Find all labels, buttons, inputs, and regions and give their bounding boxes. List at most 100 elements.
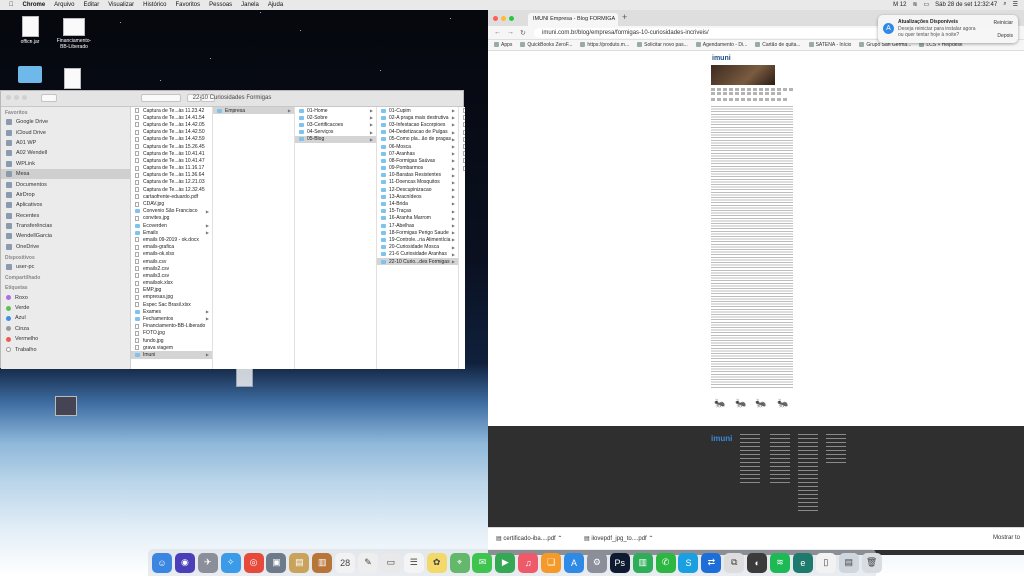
finder-row[interactable]: 02-Sobre ▶ — [295, 114, 376, 121]
desktop-icon-office-jar[interactable]: office.jar — [10, 16, 50, 45]
finder-row[interactable]: 02-A praga mais destrutiva ▶ — [377, 114, 458, 121]
utility-icon[interactable]: ⧉ — [724, 552, 745, 573]
menu-historico[interactable]: Histórico — [143, 2, 166, 8]
sidebar-item-recentes[interactable]: Recentes — [1, 211, 130, 221]
sidebar-item-a01wp[interactable]: A01 WP — [1, 138, 130, 148]
related-post-thumb[interactable]: 🐜 — [774, 398, 792, 412]
finder-row[interactable]: 12-Descupinizacao ▶ — [377, 186, 458, 193]
sidebar-item-airdrop[interactable]: AirDrop — [1, 190, 130, 200]
menu-arquivo[interactable]: Arquivo — [54, 2, 74, 8]
finder-row[interactable]: e19fbdf — [459, 143, 465, 150]
reload-icon[interactable]: ↻ — [520, 29, 526, 37]
finder-row[interactable]: 01-Cupim ▶ — [377, 107, 458, 114]
finder-row[interactable]: Financiamento-BB-Liberado — [131, 323, 212, 330]
finder-row[interactable]: Emails ▶ — [131, 229, 212, 236]
sidebar-tag-cinza[interactable]: Cinza — [1, 324, 130, 334]
related-post-thumb[interactable]: 🐜 — [752, 398, 770, 412]
back-icon[interactable]: ← — [494, 29, 501, 36]
numbers-icon[interactable]: ▥ — [632, 552, 653, 573]
new-tab-icon[interactable]: + — [622, 12, 627, 22]
finder-row[interactable]: hitchiker — [459, 165, 465, 172]
battery-icon[interactable]: ▭ — [924, 1, 930, 8]
spotify-icon[interactable]: ≋ — [770, 552, 791, 573]
desktop-icon-financiamento[interactable]: Financiamento-BB-Liberado — [54, 18, 94, 50]
finder-row[interactable]: Captura de Te...às 11.16.17 — [131, 165, 212, 172]
desktop-icon-doc-blurred[interactable] — [224, 366, 264, 389]
music-icon[interactable]: ♫ — [518, 552, 539, 573]
books-icon[interactable]: ▥ — [312, 552, 333, 573]
download-item[interactable]: ▤ certificado-iba....pdf ⌃ — [496, 535, 562, 542]
bookmark-produto[interactable]: https://produto.m... — [580, 42, 629, 48]
later-button[interactable]: Depois — [997, 33, 1013, 39]
menu-app-name[interactable]: Chrome — [23, 2, 46, 8]
photos-app-icon[interactable]: ▣ — [266, 552, 287, 573]
sidebar-tag-trabalho[interactable]: Trabalho — [1, 344, 130, 354]
photos-icon[interactable]: ✿ — [426, 552, 447, 573]
finder-row[interactable]: Exames ▶ — [131, 308, 212, 315]
finder-row[interactable]: emailsok.xlsx — [131, 280, 212, 287]
finder-row[interactable]: 04-Serviços ▶ — [295, 129, 376, 136]
sidebar-tag-vermelho[interactable]: Vermelho — [1, 334, 130, 344]
finder-row[interactable]: Captura de Te...às 11.23.42 — [131, 107, 212, 114]
sidebar-item-user-pc[interactable]: user-pc — [1, 262, 130, 272]
related-post-thumb[interactable]: 🐜 — [711, 398, 729, 412]
menu-editar[interactable]: Editar — [84, 2, 100, 8]
finder-row[interactable]: 1280px — [459, 129, 465, 136]
sidebar-item-mesa[interactable]: Mesa — [1, 168, 130, 180]
finder-row[interactable]: 01-Home ▶ — [295, 107, 376, 114]
bookmark-quickbooks[interactable]: QuickBooks ZeroF... — [520, 42, 572, 48]
finder-row[interactable]: 21-6 Curiosidade Aranhas ▶ — [377, 251, 458, 258]
finder-row[interactable]: grava viagem — [131, 344, 212, 351]
finder-row[interactable]: emails-ok.xlsx — [131, 251, 212, 258]
finder-row[interactable]: Captura de Te...às 12.21.03 — [131, 179, 212, 186]
finder-row[interactable]: 03-Infestacao Escorpioes ▶ — [377, 121, 458, 128]
safari-icon[interactable]: ✧ — [220, 552, 241, 573]
sidebar-item-transferencias[interactable]: Transferências — [1, 221, 130, 231]
finder-row[interactable]: 08-Formigas Saúvas ▶ — [377, 157, 458, 164]
reminders-icon[interactable]: ☰ — [403, 552, 424, 573]
finder-row[interactable]: Empresa ▶ — [213, 107, 294, 115]
bookmark-cartao[interactable]: Cartão de quita... — [755, 42, 800, 48]
finder-row[interactable]: 07-Aranhas ▶ — [377, 150, 458, 157]
minimize-icon[interactable] — [501, 16, 506, 21]
finder-icon[interactable]: ☺ — [152, 552, 172, 573]
bookmark-agendamento[interactable]: Agendamento - Di... — [696, 42, 747, 48]
maps-icon[interactable]: ⌖ — [449, 552, 470, 573]
restart-button[interactable]: Reiniciar — [994, 20, 1013, 26]
search-icon[interactable]: ⌕ — [1003, 1, 1006, 8]
sidebar-item-wendellgarcia[interactable]: WendellGarcia — [1, 231, 130, 241]
finder-row[interactable]: Captura de Te...às 15.26.45 — [131, 143, 212, 150]
finder-row[interactable]: Captura de Te...às 12.32.45 — [131, 186, 212, 193]
finder-row[interactable]: Captura de Te...às 11.36.64 — [131, 172, 212, 179]
settings-icon[interactable]: ⚙ — [586, 552, 607, 573]
site-logo[interactable]: imuni — [712, 55, 731, 62]
finder-row[interactable]: 16-Aranha Marrom ▶ — [377, 215, 458, 222]
finder-row[interactable]: 29fbfba — [459, 114, 465, 121]
finder-row[interactable]: Captura de Te...às 10.41.47 — [131, 157, 212, 164]
finder-row[interactable]: emails3.csv — [131, 272, 212, 279]
finder-row[interactable]: Captura de Te...às 10.41.41 — [131, 150, 212, 157]
zoom-icon[interactable] — [509, 16, 514, 21]
apple-icon[interactable]:  — [9, 2, 14, 8]
finder-row[interactable]: Espec Sac Brasil.xlsx — [131, 301, 212, 308]
sidebar-tag-azul[interactable]: Azul — [1, 313, 130, 323]
bookmark-solicitar[interactable]: Solicitar novo pas... — [637, 42, 688, 48]
close-icon[interactable] — [493, 16, 498, 21]
finder-row[interactable]: Captura de Te...às 14.41.54 — [131, 114, 212, 121]
menu-janela[interactable]: Janela — [241, 2, 259, 8]
notes-icon[interactable]: ▤ — [289, 552, 310, 573]
menu-ajuda[interactable]: Ajuda — [268, 2, 283, 8]
status-badge[interactable]: M 12 — [893, 2, 906, 8]
sidebar-tag-verde[interactable]: Verde — [1, 303, 130, 313]
clock[interactable]: Sáb 28 de set 12:32:47 — [935, 2, 997, 8]
appstore-icon[interactable]: A — [564, 552, 585, 573]
sidebar-item-aplicativos[interactable]: Aplicativos — [1, 200, 130, 210]
finder-row[interactable]: 11-Doencas Mosquitos ▶ — [377, 179, 458, 186]
downloads-stack-icon[interactable]: ▤ — [838, 552, 859, 573]
photoshop-icon[interactable]: Ps — [609, 552, 630, 573]
finder-row[interactable]: 1280px — [459, 121, 465, 128]
facetime-icon[interactable]: ▶ — [495, 552, 516, 573]
finder-row[interactable]: cartaofrente-eduardo.pdf — [131, 193, 212, 200]
teamviewer-icon[interactable]: ⇄ — [701, 552, 722, 573]
edge-icon[interactable]: e — [792, 552, 813, 573]
